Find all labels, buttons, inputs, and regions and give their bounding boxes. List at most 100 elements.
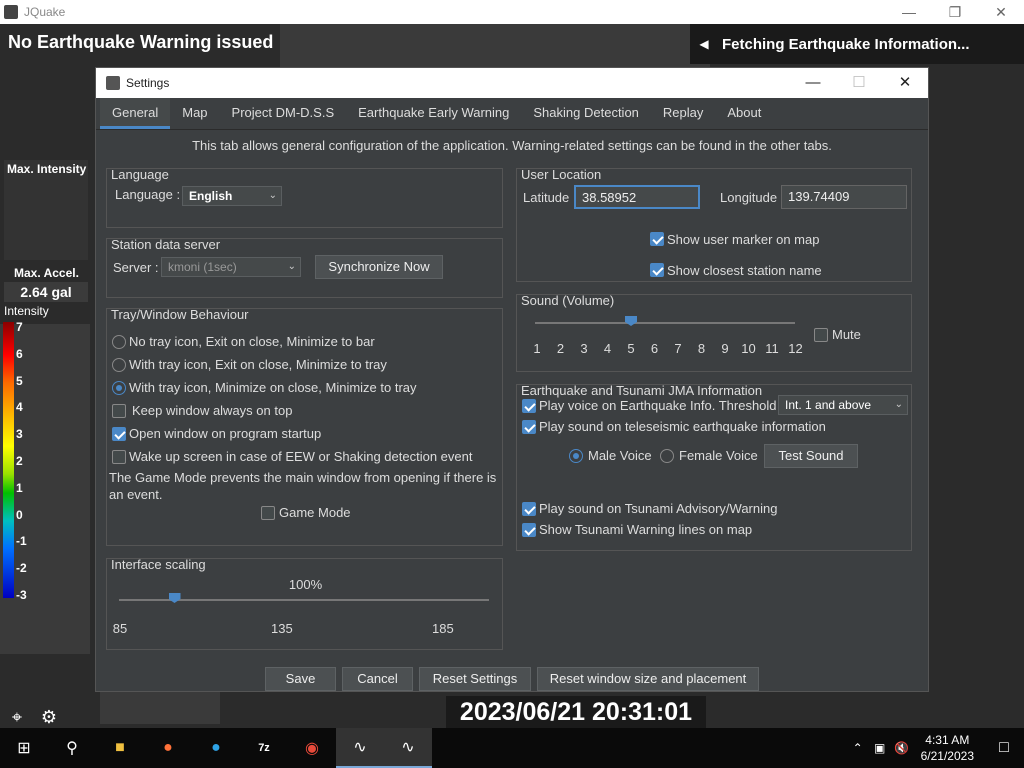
tab-map[interactable]: Map: [170, 98, 219, 129]
tray-option-2-label[interactable]: With tray icon, Exit on close, Minimize …: [129, 357, 387, 372]
tray-option-3-radio[interactable]: [112, 381, 126, 395]
dialog-titlebar: Settings — ☐ ✕: [96, 68, 928, 98]
show-station-label[interactable]: Show closest station name: [667, 263, 822, 278]
play-tsunami-checkbox[interactable]: [522, 502, 536, 516]
language-select[interactable]: English ⌄: [182, 186, 282, 206]
show-tsunami-label[interactable]: Show Tsunami Warning lines on map: [539, 522, 752, 537]
chrome-icon[interactable]: ◉: [288, 728, 336, 768]
tray-option-3-label[interactable]: With tray icon, Minimize on close, Minim…: [129, 380, 417, 395]
server-label: Server :: [113, 260, 159, 275]
game-mode-label[interactable]: Game Mode: [279, 505, 351, 520]
fetch-banner[interactable]: ◀ Fetching Earthquake Information...: [690, 24, 1024, 64]
show-tsunami-checkbox[interactable]: [522, 523, 536, 537]
longitude-label: Longitude: [720, 190, 778, 205]
close-icon[interactable]: ✕: [882, 68, 928, 98]
show-marker-label[interactable]: Show user marker on map: [667, 232, 819, 247]
jquake-settings-icon[interactable]: ∿: [384, 728, 432, 768]
tray-group-title: Tray/Window Behaviour: [111, 307, 249, 322]
scaling-value: 100%: [288, 577, 323, 592]
dialog-title: Settings: [126, 76, 170, 90]
fetch-status: Fetching Earthquake Information...: [722, 35, 970, 53]
female-voice-radio[interactable]: [660, 449, 674, 463]
search-icon[interactable]: ⚲: [48, 728, 96, 768]
tray-group: Tray/Window Behaviour No tray icon, Exit…: [106, 307, 503, 546]
tab-project-dmdss[interactable]: Project DM-D.S.S: [220, 98, 347, 129]
chevron-up-icon[interactable]: ⌃: [847, 741, 869, 755]
save-button[interactable]: Save: [265, 667, 336, 691]
show-station-checkbox[interactable]: [650, 263, 664, 277]
volume-slider-track[interactable]: [535, 322, 795, 324]
volume-tick-label: 1: [533, 341, 541, 356]
female-voice-label[interactable]: Female Voice: [679, 448, 758, 463]
show-marker-checkbox[interactable]: [650, 232, 664, 246]
tray-option-1-radio[interactable]: [112, 335, 126, 349]
tray-option-1-label[interactable]: No tray icon, Exit on close, Minimize to…: [129, 334, 375, 349]
scaling-tick-label: 135: [271, 621, 293, 636]
keep-on-top-checkbox[interactable]: [112, 404, 126, 418]
keep-on-top-label[interactable]: Keep window always on top: [132, 403, 292, 418]
tab-eew[interactable]: Earthquake Early Warning: [346, 98, 521, 129]
open-on-startup-label[interactable]: Open window on program startup: [129, 426, 321, 441]
reset-settings-button[interactable]: Reset Settings: [419, 667, 531, 691]
tray-option-2-radio[interactable]: [112, 358, 126, 372]
tab-shaking-detection[interactable]: Shaking Detection: [521, 98, 651, 129]
jma-group: Earthquake and Tsunami JMA Information P…: [516, 383, 912, 551]
male-voice-radio[interactable]: [569, 449, 583, 463]
tab-about[interactable]: About: [715, 98, 773, 129]
intensity-color-scale: [3, 322, 14, 598]
male-voice-label[interactable]: Male Voice: [588, 448, 652, 463]
start-icon[interactable]: ⊞: [0, 728, 48, 768]
tab-replay[interactable]: Replay: [651, 98, 715, 129]
network-icon[interactable]: ▣: [869, 741, 891, 755]
file-explorer-icon[interactable]: ■: [96, 728, 144, 768]
volume-muted-icon[interactable]: 🔇: [891, 741, 913, 755]
open-on-startup-checkbox[interactable]: [112, 427, 126, 441]
tab-general[interactable]: General: [100, 98, 171, 129]
volume-slider-thumb[interactable]: [625, 316, 637, 326]
volume-tick-label: 12: [788, 341, 803, 356]
scaling-slider-thumb[interactable]: [168, 593, 181, 603]
threshold-select[interactable]: Int. 1 and above ⌄: [778, 395, 908, 415]
intensity-label: Intensity: [4, 304, 49, 318]
wake-up-label[interactable]: Wake up screen in case of EEW or Shaking…: [129, 449, 472, 464]
firefox-icon[interactable]: ●: [144, 728, 192, 768]
scaling-group: Interface scaling 100% 85 135 185: [106, 557, 503, 650]
jquake-icon[interactable]: ∿: [336, 728, 384, 768]
scaling-tick-label: 185: [432, 621, 454, 636]
minimize-icon[interactable]: —: [790, 68, 836, 98]
close-icon[interactable]: ✕: [978, 0, 1024, 24]
latitude-input[interactable]: 38.58952: [574, 185, 700, 209]
mute-label[interactable]: Mute: [832, 327, 861, 342]
game-mode-checkbox[interactable]: [261, 506, 275, 520]
server-value: kmoni (1sec): [168, 260, 237, 274]
play-tele-checkbox[interactable]: [522, 420, 536, 434]
mute-checkbox[interactable]: [814, 328, 828, 342]
synchronize-button[interactable]: Synchronize Now: [315, 255, 443, 279]
notification-icon[interactable]: □: [984, 739, 1024, 757]
volume-tick-label: 7: [674, 341, 682, 356]
wake-up-checkbox[interactable]: [112, 450, 126, 464]
locate-icon[interactable]: ⌖: [6, 706, 28, 728]
scaling-group-title: Interface scaling: [111, 557, 206, 572]
language-group-title: Language: [111, 167, 169, 182]
minimize-icon[interactable]: —: [886, 0, 932, 24]
play-voice-label[interactable]: Play voice on Earthquake Info. Threshold…: [539, 398, 784, 413]
play-voice-checkbox[interactable]: [522, 399, 536, 413]
intensity-scale-tick: 3: [16, 427, 23, 442]
gear-icon[interactable]: ⚙: [38, 706, 60, 728]
tray-clock[interactable]: 4:31 AM 6/21/2023: [921, 732, 974, 764]
chevron-down-icon: ⌄: [894, 399, 903, 410]
play-tele-label[interactable]: Play sound on teleseismic earthquake inf…: [539, 419, 826, 434]
warning-banner: No Earthquake Warning issued: [8, 32, 274, 52]
test-sound-button[interactable]: Test Sound: [764, 444, 858, 468]
cancel-button[interactable]: Cancel: [342, 667, 413, 691]
play-tsunami-label[interactable]: Play sound on Tsunami Advisory/Warning: [539, 501, 777, 516]
chevron-down-icon: ⌄: [268, 190, 277, 201]
collapse-arrow-icon[interactable]: ◀: [694, 37, 714, 51]
7zip-icon[interactable]: 7z: [240, 728, 288, 768]
longitude-input[interactable]: 139.74409: [781, 185, 907, 209]
language-label: Language :: [115, 187, 181, 202]
reset-window-button[interactable]: Reset window size and placement: [537, 667, 759, 691]
edge-icon[interactable]: ●: [192, 728, 240, 768]
restore-icon[interactable]: ❐: [932, 0, 978, 24]
